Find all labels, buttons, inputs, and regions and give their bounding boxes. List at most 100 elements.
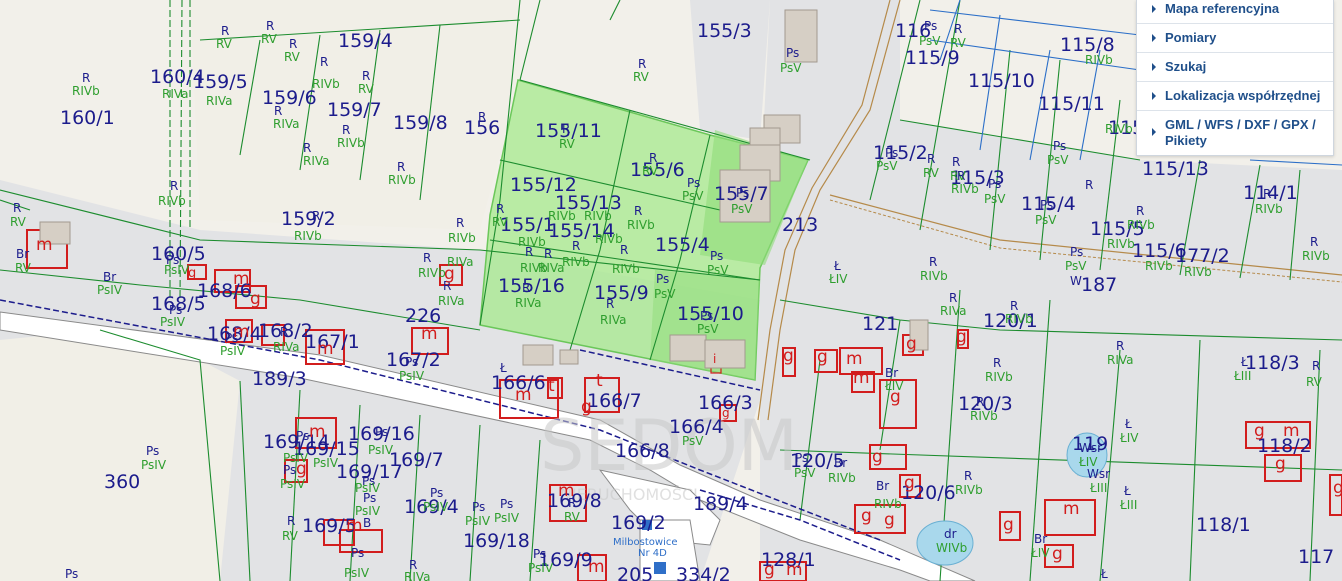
svg-text:g: g: [764, 560, 775, 580]
menu-item-reference-map[interactable]: Mapa referencyjna: [1137, 0, 1333, 23]
svg-text:R: R: [949, 291, 957, 305]
svg-text:RIVa: RIVa: [162, 87, 189, 101]
parcel-label: 159/6: [262, 87, 317, 109]
svg-text:PsV: PsV: [707, 263, 729, 277]
svg-text:RV: RV: [284, 50, 301, 64]
svg-text:R: R: [221, 24, 229, 38]
menu-item-gml-export[interactable]: GML / WFS / DXF / GPX / Pikiety: [1137, 110, 1333, 155]
svg-text:RV: RV: [10, 215, 27, 229]
menu-item-coordinate-location[interactable]: Lokalizacja współrzędnej: [1137, 81, 1333, 110]
parcel-label: 169/18: [463, 530, 530, 552]
svg-text:PsV: PsV: [1035, 213, 1057, 227]
svg-text:R: R: [1085, 178, 1093, 192]
svg-text:PsV: PsV: [984, 192, 1006, 206]
svg-text:R: R: [1263, 187, 1271, 201]
menu-item-measurements[interactable]: Pomiary: [1137, 23, 1333, 52]
parcel-label: 334/2: [676, 564, 731, 581]
svg-text:R: R: [274, 104, 282, 118]
svg-text:ŁIII: ŁIII: [1233, 369, 1251, 383]
svg-text:R: R: [634, 204, 642, 218]
svg-text:R: R: [544, 247, 552, 261]
svg-text:R: R: [1312, 359, 1320, 373]
svg-text:Ps: Ps: [146, 444, 159, 458]
svg-text:Ps: Ps: [885, 146, 898, 160]
svg-text:PsIV: PsIV: [280, 477, 306, 491]
parcel-label: 169/7: [389, 449, 444, 471]
svg-text:R: R: [362, 69, 370, 83]
parcel-label: 213: [782, 214, 818, 236]
svg-text:Ps: Ps: [283, 463, 296, 477]
parcel-label: 155/1: [500, 214, 555, 236]
svg-text:g: g: [444, 264, 455, 284]
svg-text:RV: RV: [950, 36, 967, 50]
svg-text:g: g: [581, 397, 592, 417]
svg-text:PsV: PsV: [1047, 153, 1069, 167]
svg-text:R: R: [562, 122, 570, 136]
svg-text:R: R: [496, 202, 504, 216]
svg-text:RIVb: RIVb: [562, 255, 590, 269]
svg-text:PsV: PsV: [654, 287, 676, 301]
svg-text:t: t: [548, 376, 555, 396]
parcel-label: 205: [617, 564, 653, 581]
parcel-label: 159/4: [338, 30, 393, 52]
svg-text:R: R: [280, 325, 288, 339]
svg-text:ŁIV: ŁIV: [1119, 431, 1139, 445]
parcel-label: 117: [1298, 546, 1334, 568]
parcel-label: 115/13: [1142, 158, 1209, 180]
svg-text:m: m: [853, 368, 870, 388]
svg-text:m: m: [36, 235, 53, 255]
svg-text:R: R: [456, 216, 464, 230]
svg-text:R: R: [312, 209, 320, 223]
svg-text:R: R: [572, 239, 580, 253]
svg-text:RIVb: RIVb: [1302, 249, 1330, 263]
svg-text:R: R: [638, 57, 646, 71]
svg-text:PsV: PsV: [682, 434, 704, 448]
parcel-label: 118/3: [1245, 352, 1300, 374]
svg-text:RV: RV: [923, 166, 940, 180]
svg-text:i: i: [713, 352, 716, 366]
svg-text:PsV: PsV: [794, 466, 816, 480]
svg-text:Ps: Ps: [472, 500, 485, 514]
menu-item-search[interactable]: Szukaj: [1137, 52, 1333, 81]
triangle-right-icon: [1152, 63, 1156, 71]
svg-text:R: R: [522, 281, 530, 295]
svg-text:Br: Br: [834, 456, 847, 470]
svg-text:Ł: Ł: [1123, 484, 1131, 498]
svg-text:m: m: [558, 481, 575, 501]
parcel-label: 155/4: [655, 234, 710, 256]
field-southwest: [0, 330, 240, 581]
svg-text:RIVa: RIVa: [515, 296, 542, 310]
svg-text:R: R: [929, 255, 937, 269]
svg-text:B: B: [363, 516, 371, 530]
menu-item-label: Szukaj: [1165, 59, 1207, 74]
parcel-label: 118/1: [1196, 514, 1251, 536]
svg-text:RIVb: RIVb: [548, 209, 576, 223]
svg-text:Ps: Ps: [430, 486, 443, 500]
svg-text:Br: Br: [103, 270, 116, 284]
menu-item-label: Pomiary: [1165, 30, 1217, 45]
svg-text:WIVb: WIVb: [936, 541, 967, 555]
svg-text:g: g: [904, 473, 915, 493]
svg-text:Ps: Ps: [1053, 139, 1066, 153]
parcel-label: 115/9: [905, 47, 960, 69]
svg-text:Br: Br: [876, 479, 889, 493]
svg-text:RIVa: RIVa: [273, 340, 300, 354]
svg-text:PsV: PsV: [919, 34, 941, 48]
svg-text:RIVb: RIVb: [828, 471, 856, 485]
svg-text:PsV: PsV: [682, 189, 704, 203]
svg-text:RV: RV: [216, 37, 233, 51]
menu-item-label: GML / WFS / DXF / GPX / Pikiety: [1165, 117, 1316, 148]
svg-text:m: m: [233, 322, 250, 342]
svg-text:PsIV: PsIV: [494, 511, 520, 525]
svg-text:RIVb: RIVb: [72, 84, 100, 98]
svg-text:RV: RV: [564, 510, 581, 524]
svg-text:m: m: [309, 422, 326, 442]
svg-text:g: g: [188, 266, 196, 281]
svg-text:Ps: Ps: [405, 355, 418, 369]
svg-text:Ps: Ps: [500, 497, 513, 511]
parcel-label: 166/8: [615, 440, 670, 462]
svg-text:RV: RV: [261, 32, 278, 46]
svg-text:PsIV: PsIV: [423, 500, 449, 514]
svg-text:m: m: [346, 516, 363, 536]
svg-text:RIVa: RIVa: [303, 154, 330, 168]
